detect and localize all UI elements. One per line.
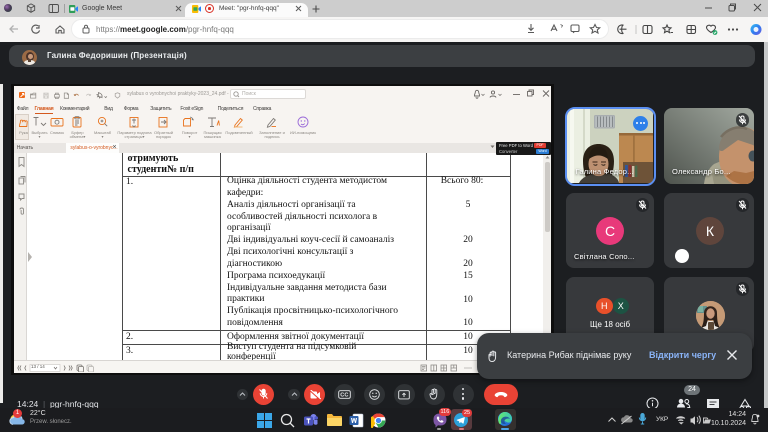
svg-text:CC: CC: [340, 393, 348, 399]
